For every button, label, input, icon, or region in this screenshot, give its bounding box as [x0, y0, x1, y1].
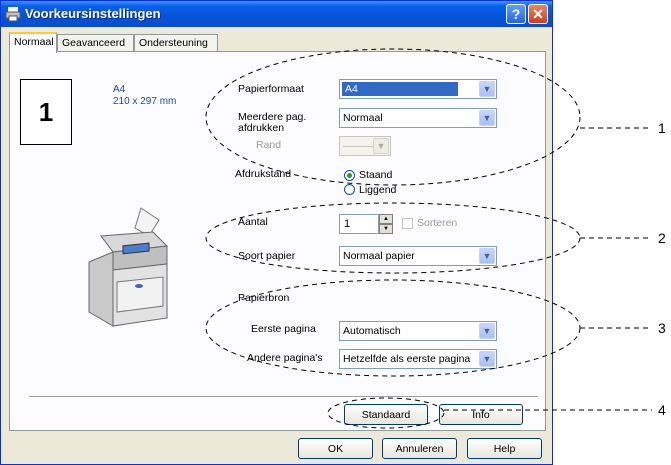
callout-ellipse-1 — [205, 48, 581, 186]
callout-ellipse-3 — [205, 279, 581, 377]
callout-ellipse-4 — [327, 397, 445, 429]
callout-overlay — [205, 48, 652, 429]
callout-number-1: 1 — [658, 120, 666, 136]
callout-number-3: 3 — [658, 320, 666, 336]
callout-number-4: 4 — [658, 402, 666, 418]
tab-normaal[interactable]: Normaal — [9, 32, 57, 53]
callout-number-2: 2 — [658, 230, 666, 246]
callout-ellipse-2 — [205, 202, 581, 274]
